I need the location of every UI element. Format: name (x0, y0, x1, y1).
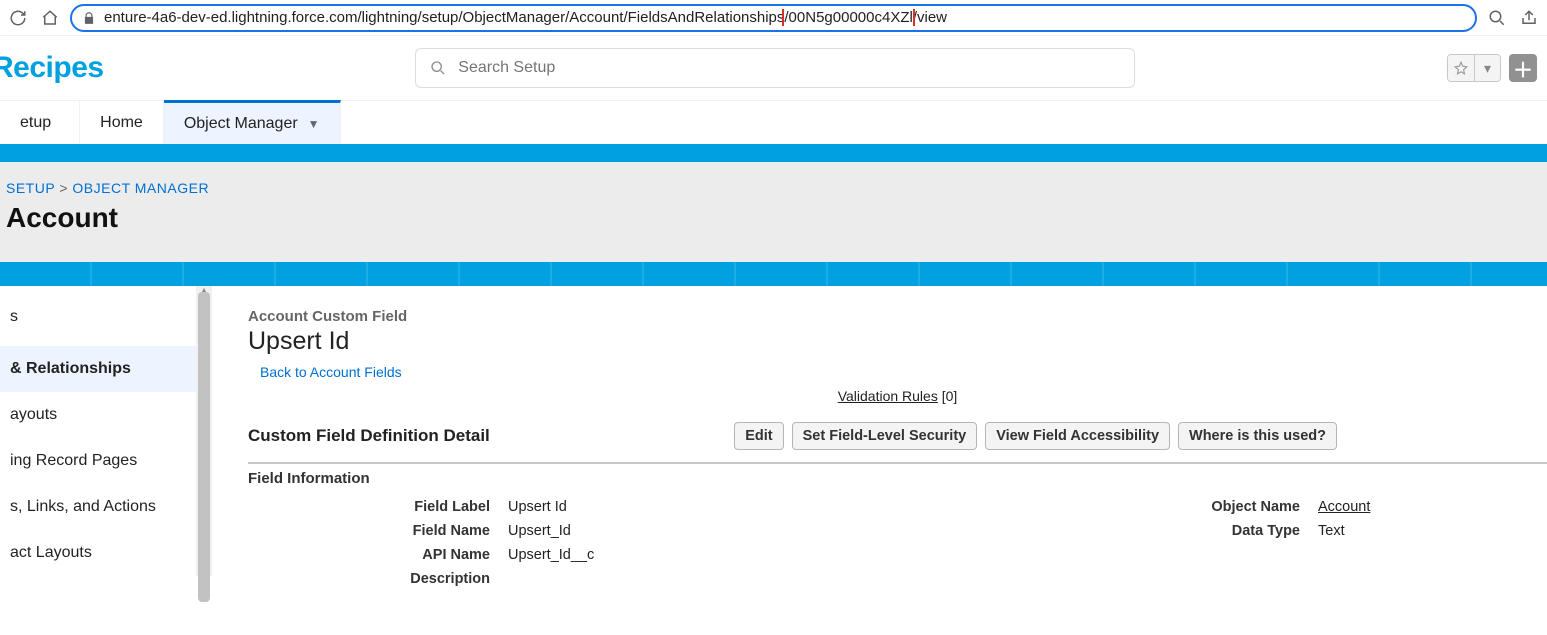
where-used-button[interactable]: Where is this used? (1178, 422, 1337, 450)
reload-icon[interactable] (6, 6, 30, 30)
home-icon[interactable] (38, 6, 62, 30)
set-fls-button[interactable]: Set Field-Level Security (792, 422, 978, 450)
sidebar-item[interactable]: ayouts (0, 392, 196, 438)
tab-home[interactable]: Home (80, 101, 164, 144)
search-input[interactable] (458, 59, 1120, 77)
tab-object-manager-label: Object Manager (184, 115, 298, 133)
block-heading: Field Information (248, 470, 1547, 487)
field-subtitle: Account Custom Field (248, 308, 1547, 325)
sidebar-item[interactable]: ing Record Pages (0, 438, 196, 484)
object-name-row: Object Name Account (1058, 495, 1547, 519)
page-header: SETUP > OBJECT MANAGER Account (0, 162, 1547, 262)
tab-setup[interactable]: etup (0, 101, 80, 144)
scroll-thumb[interactable] (198, 292, 210, 602)
description-row: Description (248, 567, 758, 591)
breadcrumb-setup[interactable]: SETUP (6, 180, 55, 196)
back-link[interactable]: Back to Account Fields (260, 364, 402, 380)
url-highlight-segment: /00N5g00000c4XZl (784, 9, 912, 26)
setup-header: Recipes ▾ ＋ (0, 36, 1547, 100)
address-bar[interactable]: enture-4a6-dev-ed.lightning.force.com/li… (70, 4, 1477, 32)
chevron-down-icon[interactable]: ▼ (308, 117, 320, 131)
search-setup[interactable] (415, 48, 1135, 88)
url-text: enture-4a6-dev-ed.lightning.force.com/li… (104, 9, 1465, 26)
zoom-icon[interactable] (1485, 6, 1509, 30)
field-label-row: Field Label Upsert Id (248, 495, 758, 519)
section-title: Custom Field Definition Detail (248, 426, 490, 446)
lock-icon (82, 11, 96, 25)
object-name-link[interactable]: Account (1318, 499, 1370, 515)
favorite-group[interactable]: ▾ (1447, 54, 1501, 82)
divider (248, 462, 1547, 464)
api-name-row: API Name Upsert_Id__c (248, 543, 758, 567)
share-icon[interactable] (1517, 6, 1541, 30)
field-title: Upsert Id (248, 327, 1547, 356)
sidebar: s & Relationships ayouts ing Record Page… (0, 286, 212, 576)
field-name-row: Field Name Upsert_Id (248, 519, 758, 543)
breadcrumb: SETUP > OBJECT MANAGER (6, 180, 1537, 196)
data-type-row: Data Type Text (1058, 519, 1547, 543)
chevron-down-icon[interactable]: ▾ (1474, 55, 1500, 81)
banner-top (0, 144, 1547, 162)
sidebar-item[interactable]: s (0, 294, 196, 340)
tab-object-manager[interactable]: Object Manager ▼ (164, 100, 341, 144)
star-icon[interactable] (1448, 55, 1474, 81)
sidebar-scrollbar[interactable]: ▴ (196, 286, 212, 576)
brand-logo: Recipes (0, 51, 104, 85)
sidebar-item[interactable]: s, Links, and Actions (0, 484, 196, 530)
validation-rules-link[interactable]: Validation Rules [0] (248, 388, 1547, 404)
view-field-accessibility-button[interactable]: View Field Accessibility (985, 422, 1170, 450)
nav-tabs: etup Home Object Manager ▼ (0, 100, 1547, 144)
page-title: Account (6, 202, 1537, 234)
url-post: /view (913, 9, 947, 26)
add-tab-button[interactable]: ＋ (1509, 54, 1537, 82)
sidebar-item-fields[interactable]: & Relationships (0, 346, 196, 392)
browser-chrome: enture-4a6-dev-ed.lightning.force.com/li… (0, 0, 1547, 36)
edit-button[interactable]: Edit (734, 422, 783, 450)
banner-bottom (0, 262, 1547, 286)
search-icon (430, 60, 446, 76)
sidebar-item[interactable]: act Layouts (0, 530, 196, 576)
breadcrumb-object-manager[interactable]: OBJECT MANAGER (72, 180, 209, 196)
url-pre: enture-4a6-dev-ed.lightning.force.com/li… (104, 9, 784, 26)
content: Account Custom Field Upsert Id Back to A… (212, 286, 1547, 591)
